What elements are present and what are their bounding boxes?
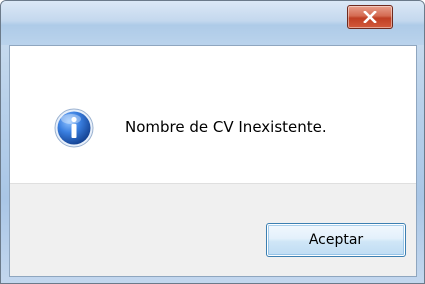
message-dialog-window: Nombre de CV Inexistente. Aceptar — [0, 0, 425, 284]
message-area: Nombre de CV Inexistente. — [10, 46, 416, 183]
accept-button[interactable]: Aceptar — [266, 223, 406, 257]
message-text: Nombre de CV Inexistente. — [125, 118, 327, 136]
dialog-content: Nombre de CV Inexistente. Aceptar — [9, 45, 417, 277]
information-icon — [54, 108, 94, 148]
close-icon — [363, 11, 377, 23]
button-bar: Aceptar — [10, 183, 416, 276]
title-bar[interactable] — [1, 1, 424, 45]
close-button[interactable] — [347, 5, 393, 29]
